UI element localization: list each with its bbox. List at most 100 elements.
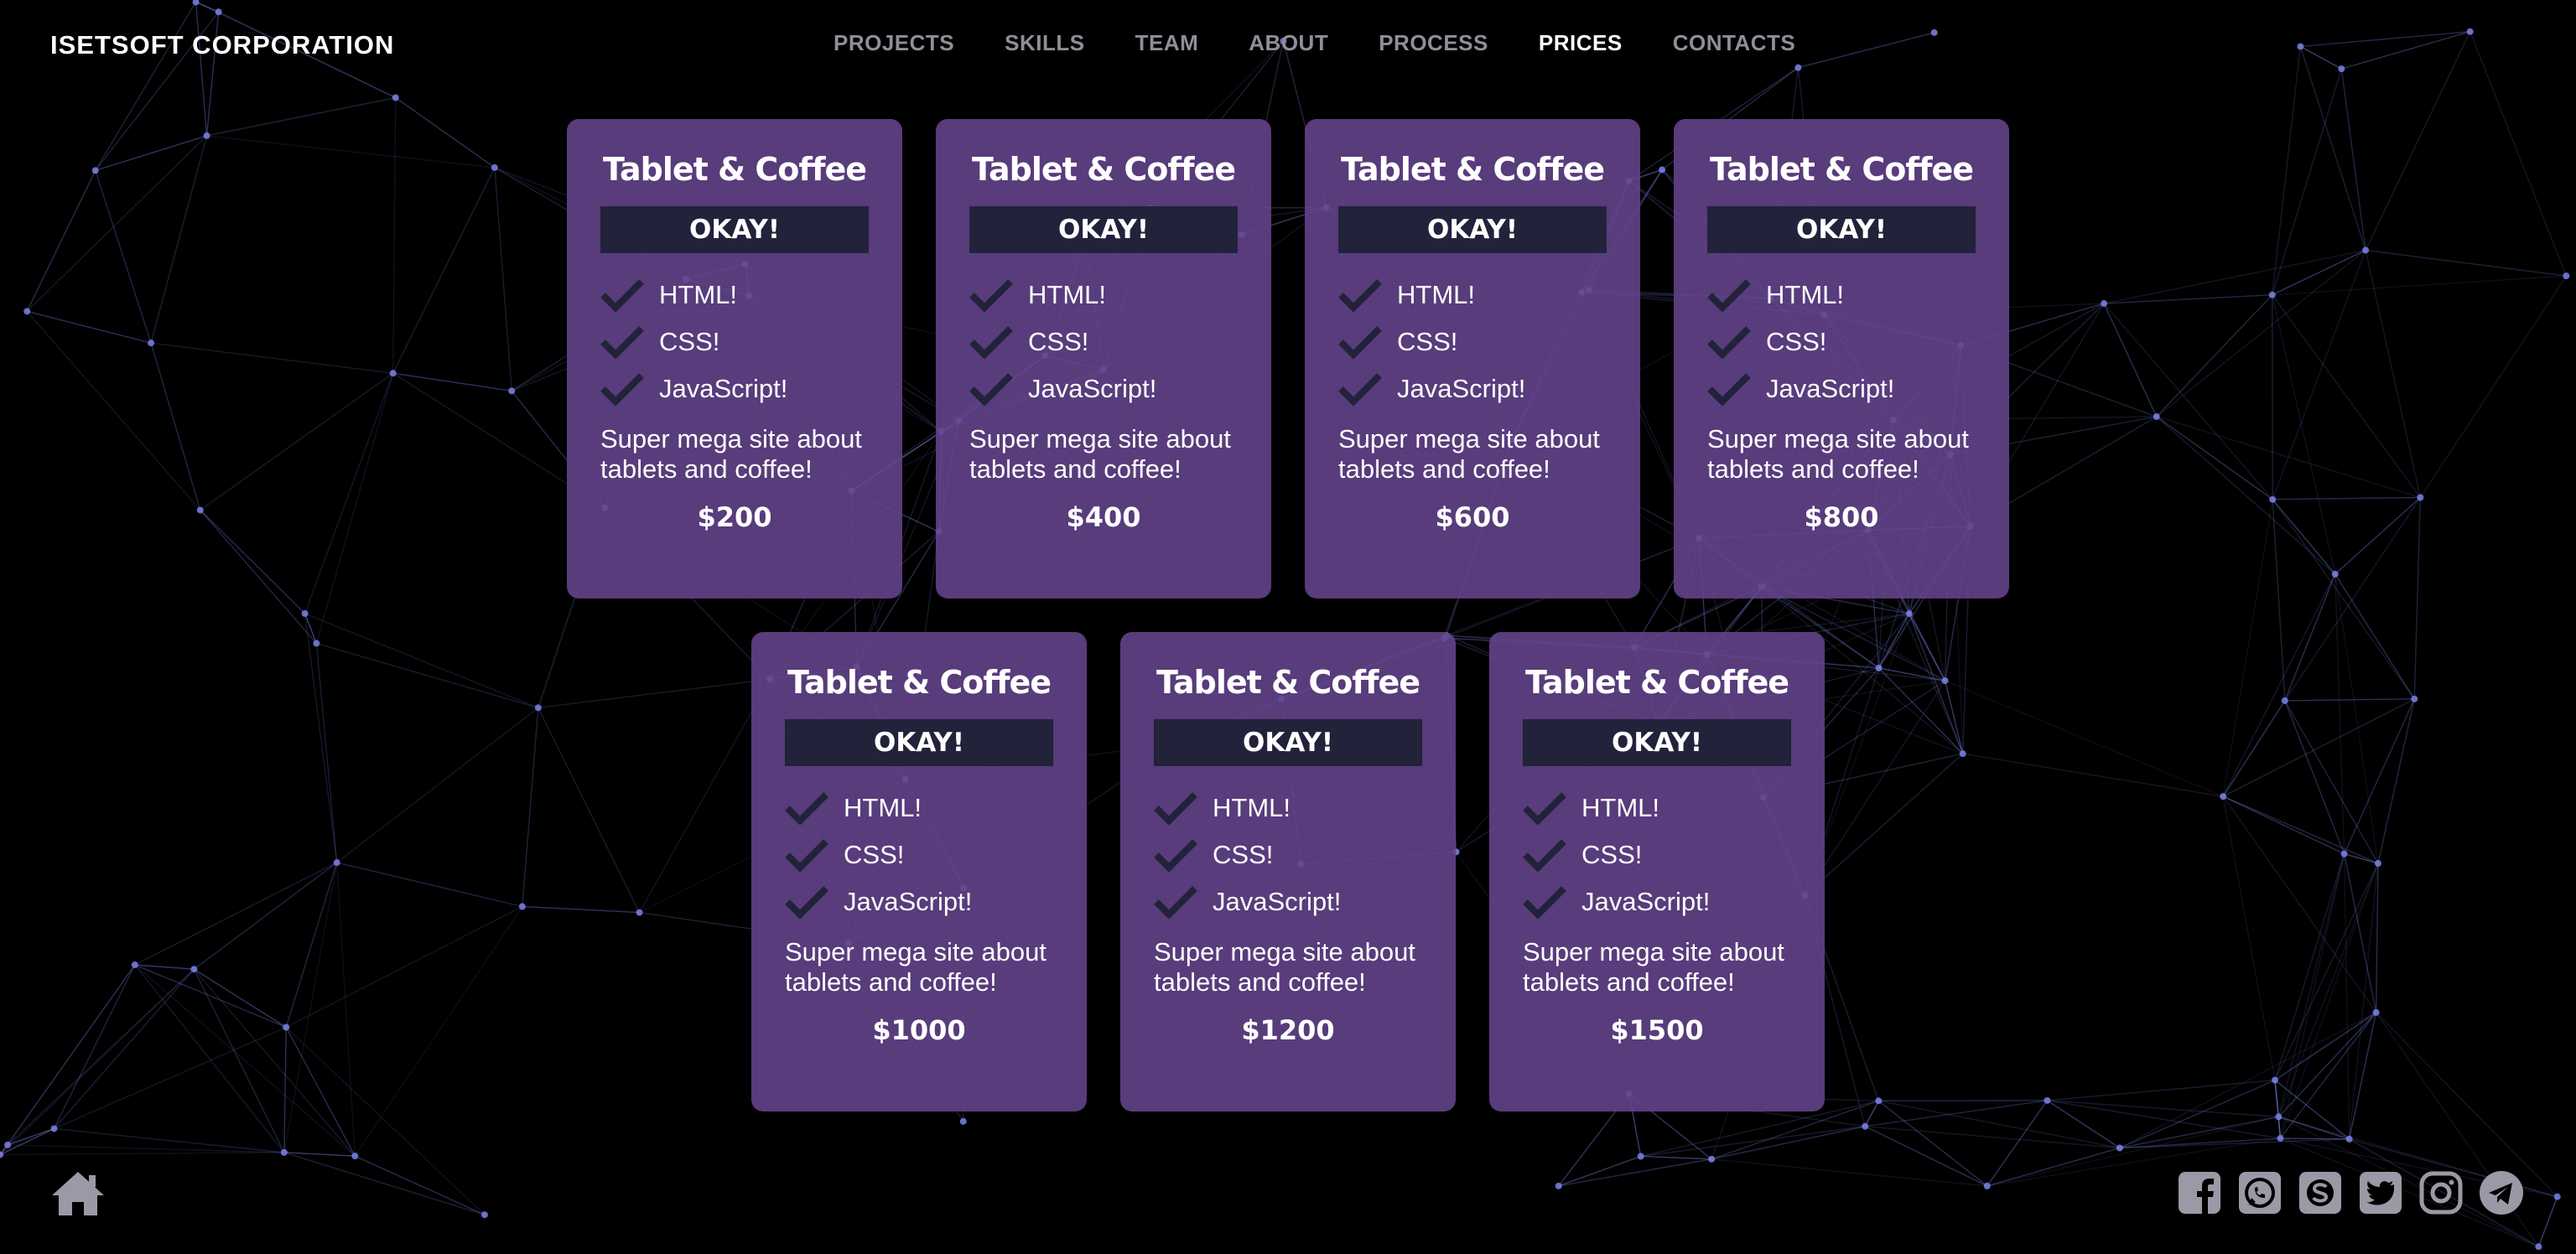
- card-description: Super mega site about tablets and coffee…: [1523, 937, 1784, 997]
- feature-label: HTML!: [659, 280, 737, 309]
- card-title: Tablet & Coffee: [787, 664, 1052, 701]
- card-price: $1500: [1610, 1014, 1704, 1046]
- card-description: Super mega site about tablets and coffee…: [1338, 424, 1600, 484]
- feature-item: JavaScript!: [1338, 365, 1607, 412]
- card-description: Super mega site about tablets and coffee…: [969, 424, 1231, 484]
- price-card: Tablet & Coffee OKAY! HTML! CSS! JavaScript!…: [1489, 632, 1825, 1112]
- feature-item: CSS!: [969, 319, 1238, 365]
- card-description: Super mega site about tablets and coffee…: [600, 424, 862, 484]
- feature-item: JavaScript!: [969, 365, 1238, 412]
- twitter-icon[interactable]: [2356, 1168, 2405, 1217]
- nav-prices[interactable]: PRICES: [1539, 30, 1623, 62]
- feature-label: HTML!: [1766, 280, 1844, 309]
- okay-button[interactable]: OKAY!: [1154, 719, 1422, 766]
- feature-item: CSS!: [600, 319, 869, 365]
- feature-item: HTML!: [600, 272, 869, 319]
- check-icon: [785, 839, 828, 872]
- nav-team[interactable]: TEAM: [1135, 30, 1199, 62]
- feature-label: CSS!: [659, 327, 720, 356]
- feature-label: CSS!: [1028, 327, 1089, 356]
- card-price: $600: [1435, 501, 1510, 533]
- check-icon: [1707, 326, 1751, 359]
- feature-label: CSS!: [1213, 840, 1274, 869]
- feature-label: JavaScript!: [1397, 374, 1526, 403]
- price-card: Tablet & Coffee OKAY! HTML! CSS! JavaScript!…: [1120, 632, 1456, 1112]
- price-cards: Tablet & Coffee OKAY! HTML! CSS! JavaScript!…: [0, 0, 2576, 1254]
- nav-process[interactable]: PROCESS: [1379, 30, 1488, 62]
- okay-button[interactable]: OKAY!: [785, 719, 1053, 766]
- nav-skills[interactable]: SKILLS: [1005, 30, 1084, 62]
- check-icon: [969, 279, 1013, 312]
- feature-item: CSS!: [785, 832, 1053, 878]
- price-card: Tablet & Coffee OKAY! HTML! CSS! JavaScript!…: [1674, 119, 2009, 598]
- check-icon: [1707, 279, 1751, 312]
- feature-list: HTML! CSS! JavaScript!: [1338, 272, 1607, 412]
- feature-list: HTML! CSS! JavaScript!: [1154, 785, 1422, 925]
- feature-label: JavaScript!: [1213, 887, 1342, 916]
- nav-projects[interactable]: PROJECTS: [834, 30, 954, 62]
- card-description: Super mega site about tablets and coffee…: [785, 937, 1046, 997]
- card-price: $200: [697, 501, 772, 533]
- card-price: $800: [1804, 501, 1879, 533]
- check-icon: [1523, 792, 1566, 825]
- telegram-icon[interactable]: [2477, 1168, 2526, 1217]
- card-description: Super mega site about tablets and coffee…: [1154, 937, 1415, 997]
- feature-label: HTML!: [1397, 280, 1475, 309]
- feature-item: JavaScript!: [600, 365, 869, 412]
- feature-item: JavaScript!: [1523, 878, 1791, 925]
- feature-list: HTML! CSS! JavaScript!: [969, 272, 1238, 412]
- check-icon: [600, 326, 644, 359]
- check-icon: [969, 326, 1013, 359]
- skype-icon[interactable]: [2296, 1168, 2345, 1217]
- feature-item: JavaScript!: [1154, 878, 1422, 925]
- feature-item: CSS!: [1338, 319, 1607, 365]
- feature-item: CSS!: [1154, 832, 1422, 878]
- okay-button[interactable]: OKAY!: [600, 206, 869, 253]
- feature-label: CSS!: [1397, 327, 1458, 356]
- feature-list: HTML! CSS! JavaScript!: [600, 272, 869, 412]
- check-icon: [1338, 326, 1382, 359]
- okay-button[interactable]: OKAY!: [1523, 719, 1791, 766]
- feature-list: HTML! CSS! JavaScript!: [785, 785, 1053, 925]
- check-icon: [1154, 886, 1197, 919]
- price-card: Tablet & Coffee OKAY! HTML! CSS! JavaScript!…: [751, 632, 1087, 1112]
- nav-about[interactable]: ABOUT: [1249, 30, 1328, 62]
- okay-button[interactable]: OKAY!: [969, 206, 1238, 253]
- whatsapp-icon[interactable]: [2236, 1168, 2284, 1217]
- check-icon: [600, 279, 644, 312]
- card-title: Tablet & Coffee: [1340, 151, 1605, 188]
- feature-label: JavaScript!: [659, 374, 788, 403]
- feature-item: CSS!: [1707, 319, 1976, 365]
- check-icon: [785, 792, 828, 825]
- brand-logo-text[interactable]: ISETSOFT CORPORATION: [50, 30, 394, 60]
- card-title: Tablet & Coffee: [1524, 664, 1789, 701]
- home-icon[interactable]: [50, 1168, 106, 1219]
- feature-label: CSS!: [844, 840, 905, 869]
- check-icon: [1154, 839, 1197, 872]
- feature-list: HTML! CSS! JavaScript!: [1707, 272, 1976, 412]
- check-icon: [1707, 373, 1751, 406]
- feature-item: HTML!: [1707, 272, 1976, 319]
- facebook-icon[interactable]: [2175, 1168, 2224, 1217]
- card-price: $1000: [872, 1014, 966, 1046]
- check-icon: [1523, 839, 1566, 872]
- check-icon: [969, 373, 1013, 406]
- card-title: Tablet & Coffee: [1709, 151, 1974, 188]
- feature-label: JavaScript!: [1766, 374, 1895, 403]
- instagram-icon[interactable]: [2417, 1168, 2465, 1217]
- nav-contacts[interactable]: CONTACTS: [1673, 30, 1796, 62]
- feature-item: HTML!: [1154, 785, 1422, 832]
- price-card: Tablet & Coffee OKAY! HTML! CSS! JavaScript!…: [936, 119, 1271, 598]
- feature-label: HTML!: [844, 793, 922, 822]
- feature-label: HTML!: [1581, 793, 1659, 822]
- feature-label: HTML!: [1213, 793, 1291, 822]
- feature-item: JavaScript!: [785, 878, 1053, 925]
- feature-item: HTML!: [969, 272, 1238, 319]
- check-icon: [785, 886, 828, 919]
- feature-label: CSS!: [1766, 327, 1827, 356]
- feature-label: JavaScript!: [1581, 887, 1711, 916]
- okay-button[interactable]: OKAY!: [1338, 206, 1607, 253]
- okay-button[interactable]: OKAY!: [1707, 206, 1976, 253]
- feature-list: HTML! CSS! JavaScript!: [1523, 785, 1791, 925]
- check-icon: [1338, 373, 1382, 406]
